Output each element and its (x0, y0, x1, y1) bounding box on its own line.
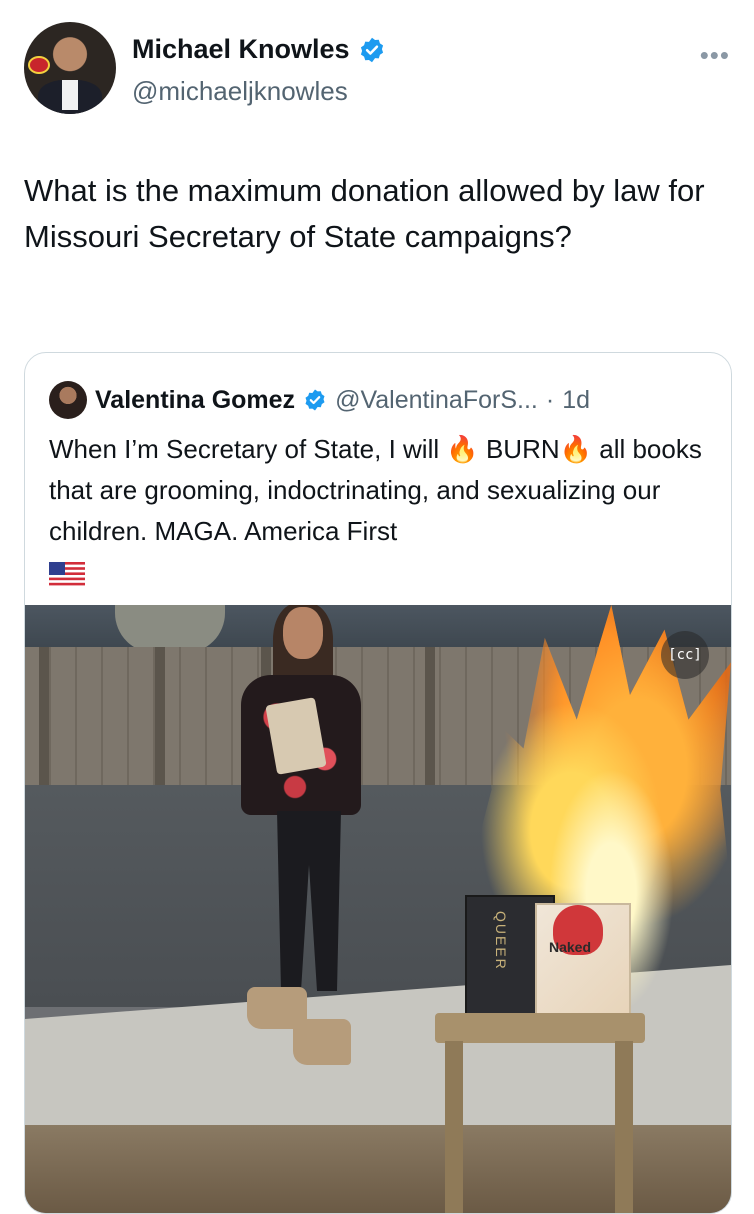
quoted-text-burn: BURN (485, 434, 560, 464)
stool-seat (435, 1013, 645, 1043)
book-right-title: Naked (549, 939, 592, 955)
author-name-row: Michael Knowles (132, 34, 386, 65)
person-head (283, 607, 323, 659)
fence-post (39, 647, 49, 787)
avatar-badge-icon (28, 56, 50, 74)
fire-emoji-icon: 🔥 (559, 434, 593, 464)
quoted-author-avatar[interactable] (49, 381, 87, 419)
quoted-author-handle[interactable]: @ValentinaForS... (335, 386, 538, 415)
quoted-post[interactable]: Valentina Gomez @ValentinaForS... · 1d W… (24, 352, 732, 1214)
quoted-post-header: Valentina Gomez @ValentinaForS... · 1d (49, 381, 590, 419)
avatar-shirt (62, 80, 78, 110)
stool-leg (445, 1041, 463, 1213)
author-avatar[interactable] (24, 22, 116, 114)
fence-post (425, 647, 435, 787)
verified-badge-icon (360, 37, 383, 62)
quoted-author-name[interactable]: Valentina Gomez (95, 386, 295, 415)
author-name[interactable]: Michael Knowles (132, 34, 350, 65)
verified-badge-icon (305, 389, 325, 411)
book-left-title: QUEER (493, 911, 509, 971)
fire-emoji-icon: 🔥 (446, 434, 479, 464)
quoted-text-part1: When I’m Secretary of State, I will (49, 434, 447, 464)
post-text: What is the maximum donation allowed by … (24, 173, 705, 254)
closed-captions-icon[interactable]: [cc] (661, 631, 709, 679)
author-handle[interactable]: @michaeljknowles (132, 76, 348, 107)
more-options-icon[interactable]: ••• (700, 40, 730, 71)
person-boot-right (293, 1019, 351, 1065)
fence-post (155, 647, 165, 787)
quoted-post-time[interactable]: 1d (562, 386, 590, 415)
quoted-post-video[interactable]: QUEER Naked [cc] (25, 605, 731, 1213)
quoted-post-text: When I’m Secretary of State, I will 🔥 BU… (49, 429, 709, 593)
stool-leg (615, 1041, 633, 1213)
time-separator: · (545, 385, 555, 414)
us-flag-icon (49, 562, 85, 587)
post-header: Michael Knowles @michaeljknowles ••• (24, 22, 730, 118)
